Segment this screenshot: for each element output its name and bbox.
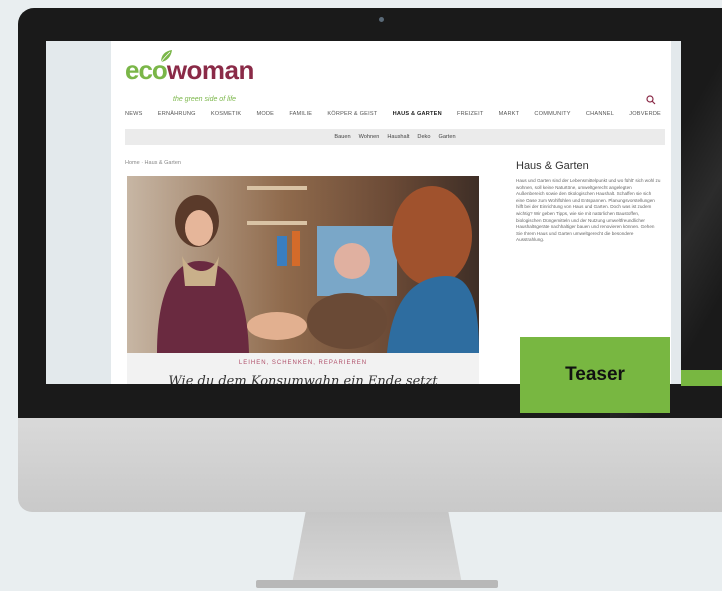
webcam-icon: [379, 17, 384, 22]
monitor-stand-base: [256, 580, 498, 588]
leaf-icon: [160, 50, 172, 63]
article-kicker: LEIHEN, SCHENKEN, REPARIEREN: [238, 360, 368, 366]
monitor-stand: [292, 512, 462, 584]
monitor-chin: [18, 418, 722, 512]
nav-item-freizeit[interactable]: FREIZEIT: [457, 111, 483, 121]
nav-item-channel[interactable]: CHANNEL: [586, 111, 614, 121]
main-navigation: NEWS ERNÄHRUNG KOSMETIK MODE FAMILIE KÖR…: [125, 111, 661, 121]
nav-item-kosmetik[interactable]: KOSMETIK: [211, 111, 242, 121]
website-page: ecowoman the green side of life NEWS ERN…: [111, 41, 671, 384]
sub-navigation: Bauen Wohnen Haushalt Deko Garten: [125, 129, 665, 145]
search-icon[interactable]: [646, 95, 656, 105]
teaser-label-text: Teaser: [565, 364, 625, 385]
monitor-screen: ecowoman the green side of life NEWS ERN…: [46, 41, 681, 384]
teaser-connector-arrow: [681, 370, 722, 386]
site-logo[interactable]: ecowoman the green side of life: [125, 50, 265, 103]
teaser-overlay-label: Teaser: [520, 337, 670, 413]
sidebar-description: Haus und Garten sind der Lebensmittelpun…: [516, 178, 661, 243]
nav-item-jobverde[interactable]: JOBVERDE: [629, 111, 661, 121]
breadcrumb[interactable]: Home · Haus & Garten: [125, 160, 181, 166]
hero-photo-illustration: [127, 176, 479, 353]
logo-tagline: the green side of life: [173, 96, 237, 103]
subnav-item-haushalt[interactable]: Haushalt: [387, 134, 409, 140]
subnav-item-garten[interactable]: Garten: [438, 134, 455, 140]
nav-item-community[interactable]: COMMUNITY: [534, 111, 570, 121]
nav-item-markt[interactable]: MARKT: [499, 111, 520, 121]
nav-item-koerper-geist[interactable]: KÖRPER & GEIST: [327, 111, 377, 121]
logo-woman-text: woman: [166, 55, 255, 85]
subnav-item-deko[interactable]: Deko: [417, 134, 430, 140]
subnav-item-bauen[interactable]: Bauen: [334, 134, 350, 140]
nav-item-familie[interactable]: FAMILIE: [289, 111, 312, 121]
nav-item-news[interactable]: NEWS: [125, 111, 143, 121]
sidebar: Haus & Garten Haus und Garten sind der L…: [516, 160, 661, 244]
subnav-item-wohnen[interactable]: Wohnen: [359, 134, 380, 140]
article-hero-image[interactable]: [127, 176, 479, 353]
article-teaser-box[interactable]: LEIHEN, SCHENKEN, REPARIEREN Wie du dem …: [127, 353, 479, 384]
article-title[interactable]: Wie du dem Konsumwahn ein Ende setzt: [127, 374, 479, 384]
nav-item-haus-garten[interactable]: HAUS & GARTEN: [393, 111, 442, 121]
sidebar-title: Haus & Garten: [516, 160, 589, 172]
nav-item-mode[interactable]: MODE: [257, 111, 275, 121]
nav-item-ernaehrung[interactable]: ERNÄHRUNG: [158, 111, 196, 121]
